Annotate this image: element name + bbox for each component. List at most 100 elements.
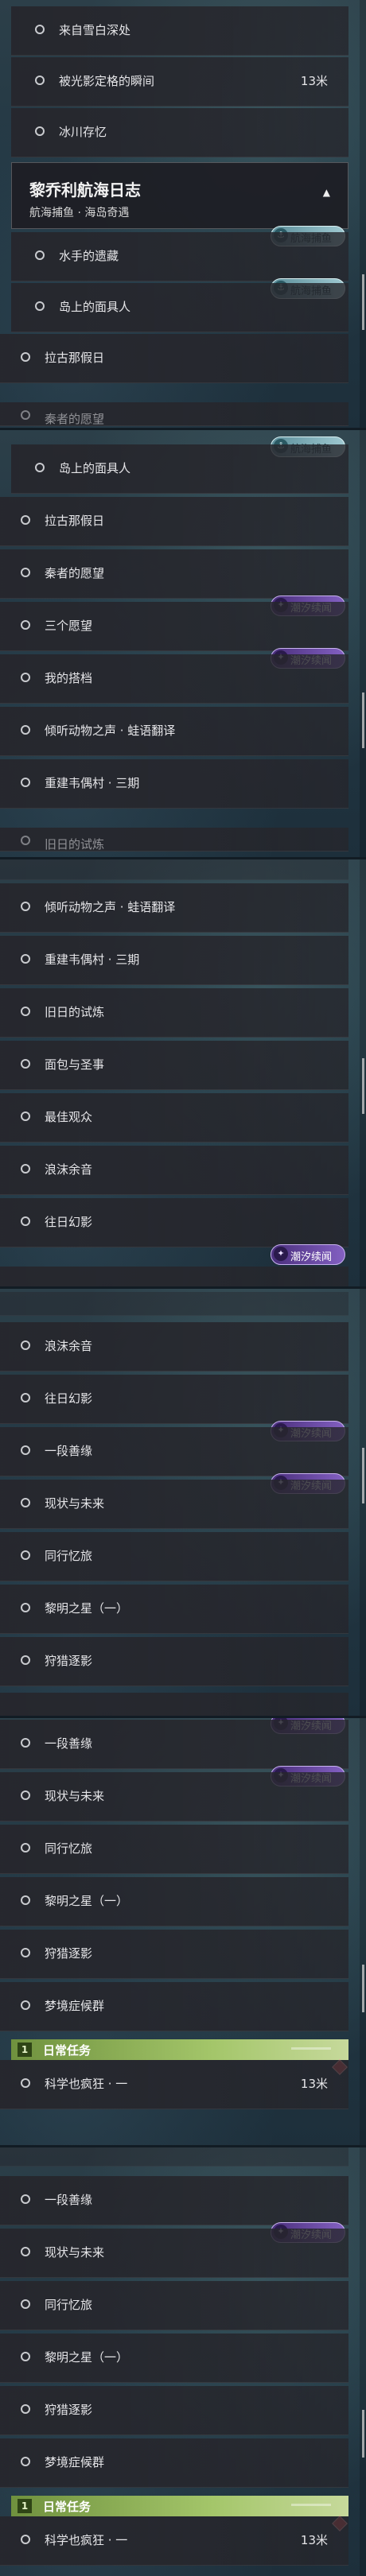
quest-item[interactable]: 面包与圣事: [0, 1041, 348, 1090]
status-circle-icon: [21, 1738, 30, 1748]
quest-item[interactable]: 往日幻影: [0, 1198, 348, 1247]
quest-item-cutoff[interactable]: [0, 1693, 348, 1717]
status-circle-icon: [21, 1216, 30, 1226]
quest-item[interactable]: 旧日的试炼: [0, 988, 348, 1038]
scrollbar-thumb[interactable]: [362, 274, 364, 330]
quest-item-cutoff[interactable]: [0, 1292, 348, 1316]
quest-item-cutoff[interactable]: 秦者的愿望: [0, 402, 348, 426]
quest-item[interactable]: 狩猎逐影: [0, 1637, 348, 1686]
quest-item[interactable]: 重建韦偶村 · 三期: [0, 936, 348, 985]
status-circle-icon: [35, 126, 45, 136]
quest-item[interactable]: 狩猎逐影: [0, 2386, 348, 2435]
quest-item[interactable]: 黎明之星（一）: [0, 1585, 348, 1634]
quest-item[interactable]: 科学也疯狂 · 一 13米: [0, 2060, 348, 2109]
scrollbar-thumb[interactable]: [362, 1058, 364, 1114]
quest-item[interactable]: 倾听动物之声 · 蛙语翻译: [0, 707, 348, 756]
quest-item-cutoff[interactable]: 旧日的试炼: [0, 828, 348, 852]
status-circle-icon: [21, 2404, 30, 2414]
daily-tasks-header[interactable]: 1 日常任务: [11, 2496, 348, 2516]
quest-item[interactable]: 黎明之星（一）: [0, 1877, 348, 1926]
quest-item[interactable]: 拉古那假日: [0, 334, 348, 383]
quest-label: 梦境症候群: [45, 1999, 105, 2013]
quest-item-cutoff[interactable]: [0, 859, 348, 880]
daily-tasks-title: 日常任务: [43, 2043, 92, 2058]
quest-item[interactable]: 狩猎逐影: [0, 1930, 348, 1979]
daily-tasks-header[interactable]: 1 日常任务: [11, 2039, 348, 2060]
quest-item[interactable]: 浪沫余音: [0, 1146, 348, 1195]
screen-6: 一段善缘 ✦ 潮汐续闻 现状与未来 同行忆旅 黎明之星（一） 狩猎逐影 梦境症候…: [0, 2147, 366, 2576]
quest-label: 现状与未来: [45, 1789, 105, 1803]
quest-label: 现状与未来: [45, 1496, 105, 1511]
status-circle-icon: [21, 568, 30, 577]
quest-item[interactable]: 现状与未来: [0, 2229, 348, 2278]
quest-item[interactable]: 一段善缘: [0, 1427, 348, 1476]
quest-label: 我的搭档: [45, 671, 93, 685]
status-circle-icon: [21, 515, 30, 525]
quest-item[interactable]: 秦者的愿望: [0, 549, 348, 599]
quest-item[interactable]: 梦境症候群: [0, 1982, 348, 2031]
quest-item[interactable]: 被光影定格的瞬间 13米: [11, 57, 348, 107]
quest-item[interactable]: 岛上的面具人: [11, 444, 348, 494]
status-circle-icon: [35, 301, 45, 311]
status-circle-icon: [21, 1164, 30, 1174]
quest-label: 拉古那假日: [45, 514, 105, 528]
quest-item[interactable]: 最佳观众: [0, 1093, 348, 1143]
scrollbar-thumb[interactable]: [362, 1448, 364, 1503]
status-circle-icon: [21, 902, 30, 911]
quest-item-cutoff[interactable]: [0, 1267, 348, 1288]
quest-label: 三个愿望: [45, 619, 93, 633]
quest-label: 被光影定格的瞬间: [59, 74, 155, 88]
status-circle-icon: [21, 1059, 30, 1069]
quest-item[interactable]: 我的搭档: [0, 654, 348, 704]
quest-label: 一段善缘: [45, 1444, 93, 1458]
quest-item[interactable]: 同行忆旅: [0, 1532, 348, 1581]
status-circle-icon: [35, 463, 45, 472]
quest-item[interactable]: 浪沫余音: [0, 1322, 348, 1371]
quest-item[interactable]: 重建韦偶村 · 三期: [0, 759, 348, 809]
quest-item[interactable]: 梦境症候群: [0, 2438, 348, 2488]
quest-label: 冰川存忆: [59, 125, 107, 139]
quest-label: 科学也疯狂 · 一: [45, 2077, 128, 2091]
quest-item[interactable]: 现状与未来: [0, 1772, 348, 1821]
scrollbar-thumb[interactable]: [362, 1965, 364, 2012]
quest-label: 往日幻影: [45, 1215, 93, 1229]
quest-label: 同行忆旅: [45, 1841, 93, 1856]
quest-item[interactable]: 水手的遗藏: [11, 232, 348, 281]
quest-item[interactable]: 现状与未来: [0, 1480, 348, 1529]
status-circle-icon: [21, 352, 30, 362]
quest-label: 往日幻影: [45, 1391, 93, 1406]
quest-item[interactable]: 黎明之星（一）: [0, 2334, 348, 2383]
quest-label: 一段善缘: [45, 2193, 93, 2207]
quest-item[interactable]: 一段善缘: [0, 1720, 348, 1769]
status-circle-icon: [21, 2457, 30, 2466]
quest-item[interactable]: 拉古那假日: [0, 497, 348, 546]
quest-item[interactable]: 倾听动物之声 · 蛙语翻译: [0, 883, 348, 933]
quest-item[interactable]: 往日幻影: [0, 1375, 348, 1424]
quest-item[interactable]: 一段善缘: [0, 2176, 348, 2225]
quest-label: 重建韦偶村 · 三期: [45, 776, 140, 790]
section-subtitle: 航海捕鱼 · 海岛奇遇: [29, 207, 130, 219]
status-circle-icon: [21, 673, 30, 682]
tide-news-badge: ✦ 潮汐续闻: [271, 1244, 345, 1265]
status-circle-icon: [21, 2247, 30, 2256]
quest-item[interactable]: 来自雪白深处: [11, 6, 348, 56]
quest-item[interactable]: 科学也疯狂 · 一 13米: [0, 2516, 348, 2566]
quest-item[interactable]: 同行忆旅: [0, 1825, 348, 1874]
quest-label: 浪沫余音: [45, 1339, 93, 1353]
scrollbar-thumb[interactable]: [362, 692, 364, 748]
scrollbar-thumb[interactable]: [362, 2410, 364, 2458]
status-circle-icon: [21, 410, 30, 420]
quest-item[interactable]: 岛上的面具人: [11, 283, 348, 332]
quest-label: 旧日的试炼: [45, 1005, 105, 1019]
collapse-arrow-icon[interactable]: ▲: [323, 187, 330, 198]
quest-label: 同行忆旅: [45, 2298, 93, 2312]
status-circle-icon: [21, 1895, 30, 1905]
quest-item[interactable]: 冰川存忆: [11, 108, 348, 157]
section-header-sailing-log[interactable]: 黎乔利航海日志 航海捕鱼 · 海岛奇遇 ▲: [11, 162, 348, 229]
quest-item[interactable]: 三个愿望: [0, 602, 348, 651]
quest-label: 倾听动物之声 · 蛙语翻译: [45, 724, 176, 738]
status-circle-icon: [35, 76, 45, 85]
quest-item[interactable]: 同行忆旅: [0, 2281, 348, 2330]
quest-item-cutoff[interactable]: [0, 2147, 348, 2167]
status-circle-icon: [35, 250, 45, 260]
